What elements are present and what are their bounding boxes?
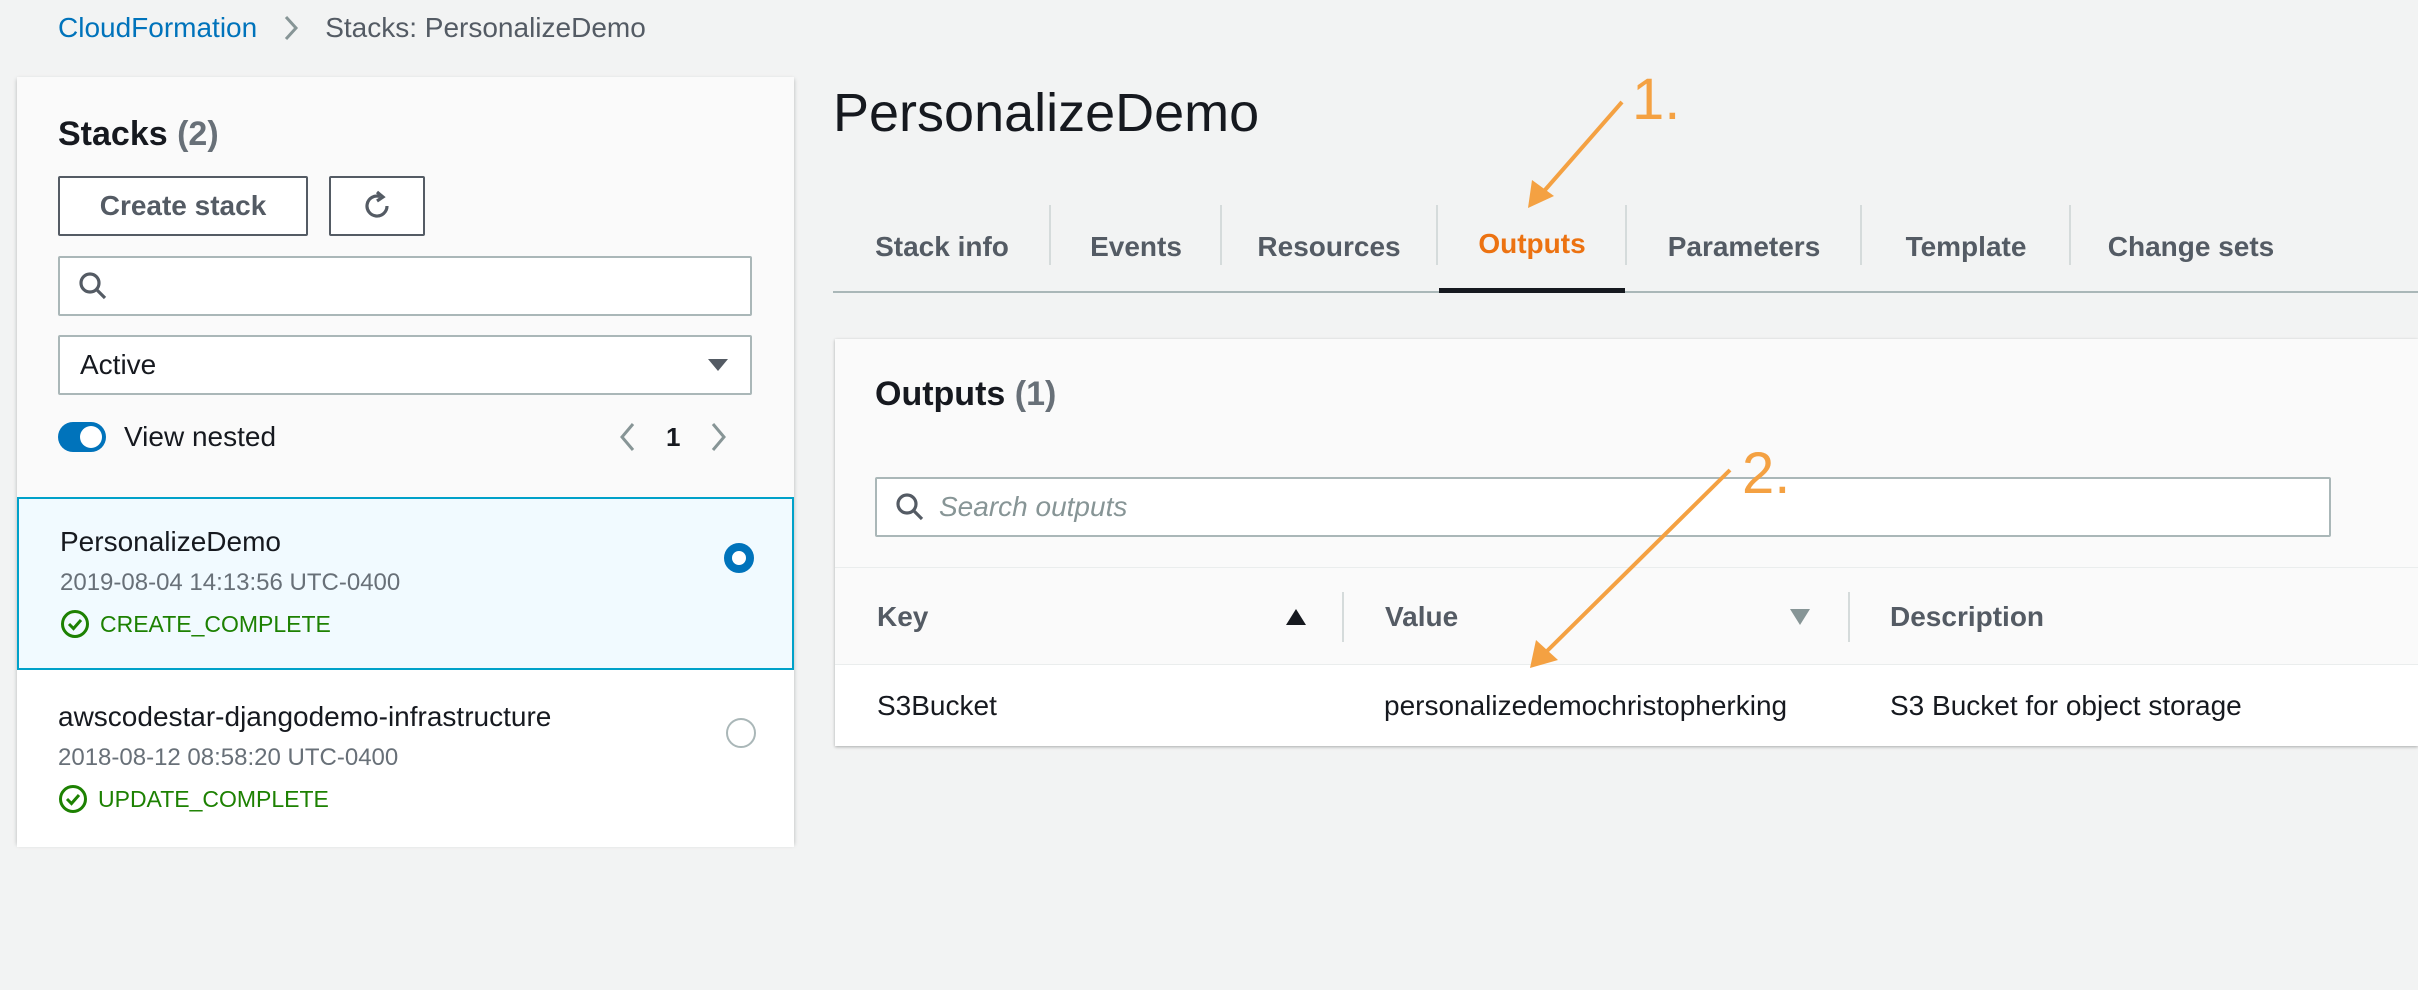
tab-change-sets[interactable]: Change sets: [2071, 200, 2311, 293]
stacks-title-text: Stacks: [58, 115, 168, 153]
tab-events[interactable]: Events: [1051, 200, 1221, 293]
outputs-count: (1): [1014, 375, 1057, 413]
stack-detail-tabs: Stack info Events Resources Outputs Para…: [833, 200, 2418, 293]
view-nested-label: View nested: [124, 421, 277, 452]
outputs-panel: Outputs (1) Key Value Description S3Buck…: [835, 339, 2418, 746]
view-nested-toggle[interactable]: [58, 422, 106, 452]
filter-selected-value: Active: [80, 349, 157, 380]
stack-status: CREATE_COMPLETE: [60, 609, 331, 639]
stack-search-box: [58, 256, 752, 316]
stack-select-radio[interactable]: [726, 718, 756, 748]
stack-created-date: 2019-08-04 14:13:56 UTC-0400: [60, 569, 401, 596]
stacks-count: (2): [177, 115, 219, 153]
next-page-icon[interactable]: [710, 421, 728, 453]
outputs-search-input[interactable]: [939, 479, 2329, 535]
refresh-icon: [360, 189, 394, 223]
output-value: personalizedemochristopherking: [1384, 689, 1788, 721]
stack-item-awscodestar-djangodemo[interactable]: awscodestar-djangodemo-infrastructure 20…: [17, 674, 794, 847]
outputs-table-header: Key Value Description: [835, 567, 2418, 665]
chevron-right-icon: [283, 14, 299, 42]
check-circle-icon: [60, 609, 90, 639]
search-icon: [78, 271, 108, 301]
breadcrumb-cloudformation-link[interactable]: CloudFormation: [58, 12, 257, 44]
view-nested-row: View nested 1: [58, 417, 758, 457]
outputs-search-box: [875, 477, 2331, 537]
caret-down-icon: [706, 357, 730, 373]
column-header-description[interactable]: Description: [1890, 568, 2044, 666]
create-stack-button[interactable]: Create stack: [58, 176, 308, 236]
stack-search-input[interactable]: [122, 258, 750, 314]
stacks-panel-header: Stacks (2) Create stack Active View nest…: [17, 77, 794, 497]
stack-status-text: CREATE_COMPLETE: [100, 610, 331, 637]
page-title: PersonalizeDemo: [833, 83, 1260, 143]
column-header-value[interactable]: Value: [1385, 568, 1458, 666]
search-icon: [895, 492, 925, 522]
output-description: S3 Bucket for object storage: [1890, 689, 2242, 721]
sort-descending-icon[interactable]: [1789, 608, 1811, 631]
stack-name: PersonalizeDemo: [60, 526, 281, 557]
tab-parameters[interactable]: Parameters: [1627, 200, 1861, 293]
previous-page-icon[interactable]: [618, 421, 636, 453]
outputs-title: Outputs (1): [875, 375, 1056, 414]
stack-status-filter-select[interactable]: Active: [58, 335, 752, 395]
check-circle-icon: [58, 784, 88, 814]
table-row: S3Bucket personalizedemochristopherking …: [835, 665, 2418, 746]
tab-resources[interactable]: Resources: [1221, 200, 1437, 293]
stack-status: UPDATE_COMPLETE: [58, 784, 329, 814]
stack-name: awscodestar-djangodemo-infrastructure: [58, 701, 552, 732]
tab-stack-info[interactable]: Stack info: [833, 200, 1051, 293]
stack-select-radio[interactable]: [724, 543, 754, 573]
refresh-button[interactable]: [329, 176, 425, 236]
tab-template[interactable]: Template: [1861, 200, 2071, 293]
annotation-label-1: 1.: [1632, 67, 1681, 132]
breadcrumb-current: Stacks: PersonalizeDemo: [325, 12, 646, 43]
outputs-title-text: Outputs: [875, 375, 1006, 413]
breadcrumb: CloudFormation Stacks: PersonalizeDemo: [58, 10, 646, 46]
stack-status-text: UPDATE_COMPLETE: [98, 785, 329, 812]
sort-ascending-icon[interactable]: [1285, 608, 1307, 631]
outputs-header: Outputs (1): [835, 339, 2418, 567]
stack-created-date: 2018-08-12 08:58:20 UTC-0400: [58, 744, 399, 771]
annotation-arrow-1: [1528, 100, 1624, 208]
stacks-panel: Stacks (2) Create stack Active View nest…: [17, 77, 794, 847]
stack-item-personalizedemo[interactable]: PersonalizeDemo 2019-08-04 14:13:56 UTC-…: [17, 497, 794, 670]
pagination: 1: [618, 417, 728, 457]
tab-outputs[interactable]: Outputs: [1439, 200, 1625, 293]
output-key: S3Bucket: [877, 689, 997, 721]
annotation-label-2: 2.: [1742, 441, 1791, 506]
stacks-title: Stacks (2): [58, 115, 219, 154]
current-page-number[interactable]: 1: [666, 422, 680, 453]
column-header-key[interactable]: Key: [877, 568, 928, 666]
